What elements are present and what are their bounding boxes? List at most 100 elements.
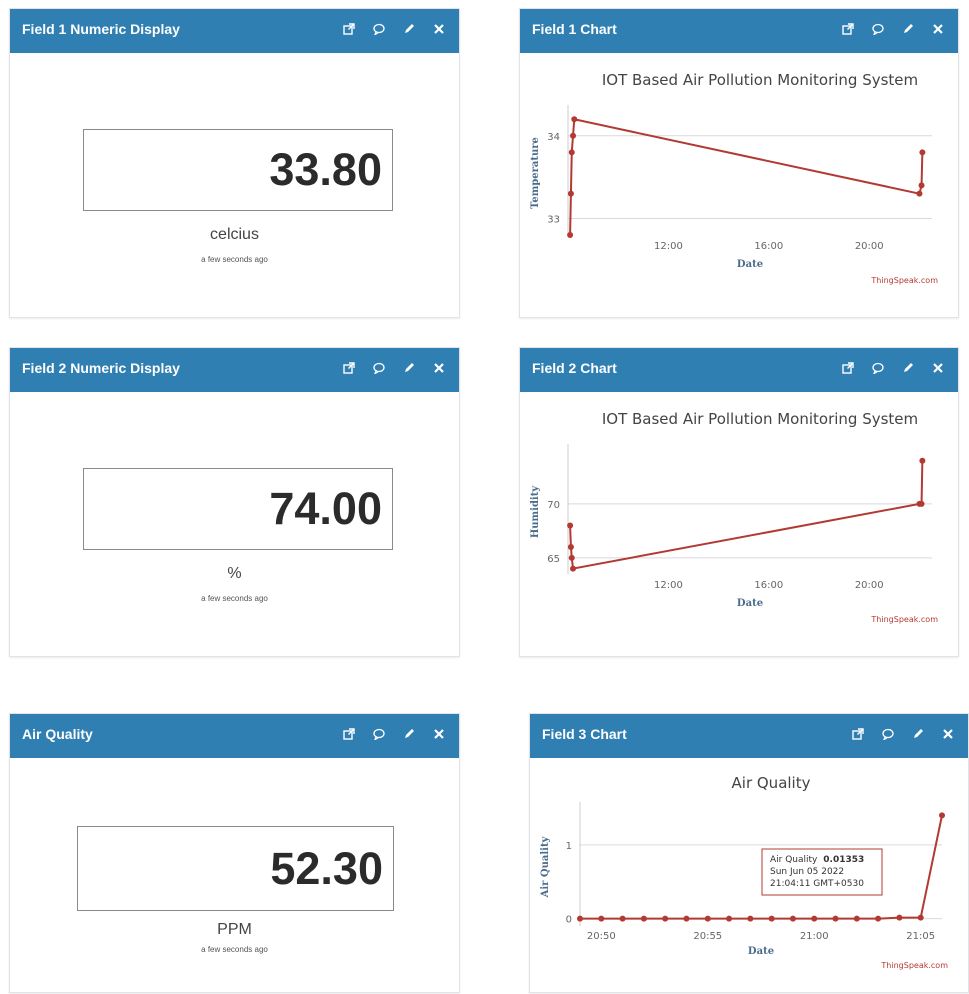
numeric-value: 74.00 xyxy=(269,483,382,534)
widget-header: Field 1 Chart xyxy=(520,9,958,53)
y-tick-label: 33 xyxy=(547,214,560,225)
x-tick-label: 16:00 xyxy=(754,241,783,252)
data-point xyxy=(567,544,574,551)
pencil-icon[interactable] xyxy=(403,728,415,740)
close-icon[interactable] xyxy=(433,362,445,374)
data-point xyxy=(917,914,924,921)
comment-icon[interactable] xyxy=(373,728,385,740)
chart-credit: ThingSpeak.com xyxy=(870,615,938,624)
close-icon[interactable] xyxy=(932,362,944,374)
widget-header-icons xyxy=(842,348,944,388)
x-axis-label: Date xyxy=(737,598,763,609)
pencil-icon[interactable] xyxy=(403,23,415,35)
chart-credit: ThingSpeak.com xyxy=(880,961,948,970)
data-point xyxy=(577,915,583,922)
widget-header-icons xyxy=(852,714,954,754)
x-tick-label: 12:00 xyxy=(654,580,683,591)
tooltip-value: 0.01353 xyxy=(823,855,864,865)
chart-credit: ThingSpeak.com xyxy=(870,276,938,285)
data-point xyxy=(918,500,925,507)
comment-icon[interactable] xyxy=(872,362,884,374)
external-link-icon[interactable] xyxy=(343,23,355,35)
comment-icon[interactable] xyxy=(882,728,894,740)
unit-label: PPM xyxy=(217,921,252,938)
numeric-value-box: 52.30 xyxy=(77,826,394,911)
last-updated: a few seconds ago xyxy=(201,255,268,264)
data-point xyxy=(918,182,925,189)
tooltip-date: Sun Jun 05 2022 xyxy=(770,867,844,877)
data-point xyxy=(567,232,574,238)
data-point xyxy=(640,915,647,922)
widget-header-icons xyxy=(343,714,445,754)
data-point xyxy=(875,915,882,922)
field2-display-widget: Field 2 Numeric Display 74.00 % a few se… xyxy=(9,347,460,657)
data-point xyxy=(662,915,669,922)
series-line xyxy=(569,118,924,236)
x-tick-label: 12:00 xyxy=(654,241,683,252)
data-point xyxy=(567,522,574,529)
tooltip-label-line: Air Quality 0.01353 xyxy=(770,855,864,865)
pencil-icon[interactable] xyxy=(902,23,914,35)
widget-header-icons xyxy=(343,9,445,49)
comment-icon[interactable] xyxy=(373,362,385,374)
close-icon[interactable] xyxy=(932,23,944,35)
pencil-icon[interactable] xyxy=(912,728,924,740)
data-point xyxy=(704,915,711,922)
data-point xyxy=(939,812,945,819)
numeric-value-box: 33.80 xyxy=(83,129,393,211)
close-icon[interactable] xyxy=(433,728,445,740)
last-updated: a few seconds ago xyxy=(201,945,268,954)
chart-title: IOT Based Air Pollution Monitoring Syste… xyxy=(602,71,918,89)
field3-chart-widget: Field 3 Chart Air Quality 0 1 20:50 20:55 21:… xyxy=(529,713,969,993)
pencil-icon[interactable] xyxy=(902,362,914,374)
data-point xyxy=(567,190,574,197)
widget-title: Field 1 Numeric Display xyxy=(22,21,180,37)
x-tick-label: 20:55 xyxy=(693,931,722,942)
external-link-icon[interactable] xyxy=(343,728,355,740)
data-point xyxy=(896,914,903,921)
temperature-chart: IOT Based Air Pollution Monitoring Syste… xyxy=(530,71,938,285)
widget-header: Field 2 Chart xyxy=(520,348,958,392)
data-point xyxy=(789,915,796,922)
close-icon[interactable] xyxy=(942,728,954,740)
x-axis-label: Date xyxy=(748,946,774,957)
external-link-icon[interactable] xyxy=(343,362,355,374)
y-tick-label: 1 xyxy=(566,841,572,852)
widget-header: Air Quality xyxy=(10,714,459,758)
widget-header: Field 3 Chart xyxy=(530,714,968,758)
external-link-icon[interactable] xyxy=(842,23,854,35)
x-tick-label: 21:00 xyxy=(800,931,829,942)
widget-title: Air Quality xyxy=(22,726,93,742)
y-tick-label: 65 xyxy=(547,554,560,565)
close-icon[interactable] xyxy=(433,23,445,35)
y-axis-label: Air Quality xyxy=(540,835,551,898)
series-line xyxy=(569,460,924,570)
data-point xyxy=(570,565,577,572)
widget-title: Field 2 Chart xyxy=(532,360,617,376)
data-point xyxy=(853,915,860,922)
widget-title: Field 2 Numeric Display xyxy=(22,360,180,376)
data-point xyxy=(811,915,818,922)
last-updated: a few seconds ago xyxy=(201,594,268,603)
comment-icon[interactable] xyxy=(872,23,884,35)
data-point xyxy=(598,915,605,922)
x-axis-label: Date xyxy=(737,259,763,270)
widget-header: Field 1 Numeric Display xyxy=(10,9,459,53)
external-link-icon[interactable] xyxy=(852,728,864,740)
pencil-icon[interactable] xyxy=(403,362,415,374)
x-tick-label: 20:00 xyxy=(855,241,884,252)
unit-label: celcius xyxy=(210,226,259,243)
series-line xyxy=(580,815,943,920)
numeric-value-box: 74.00 xyxy=(83,468,393,550)
x-tick-label: 20:00 xyxy=(855,580,884,591)
external-link-icon[interactable] xyxy=(842,362,854,374)
comment-icon[interactable] xyxy=(373,23,385,35)
widget-title: Field 3 Chart xyxy=(542,726,627,742)
data-point xyxy=(619,915,626,922)
numeric-value: 33.80 xyxy=(269,144,382,195)
y-axis-label: Humidity xyxy=(530,485,541,539)
numeric-value: 52.30 xyxy=(270,842,383,894)
y-tick-label: 70 xyxy=(547,500,560,511)
widget-header: Field 2 Numeric Display xyxy=(10,348,459,392)
field2-chart-widget: Field 2 Chart IOT Based Air Pollution Mo… xyxy=(519,347,959,657)
